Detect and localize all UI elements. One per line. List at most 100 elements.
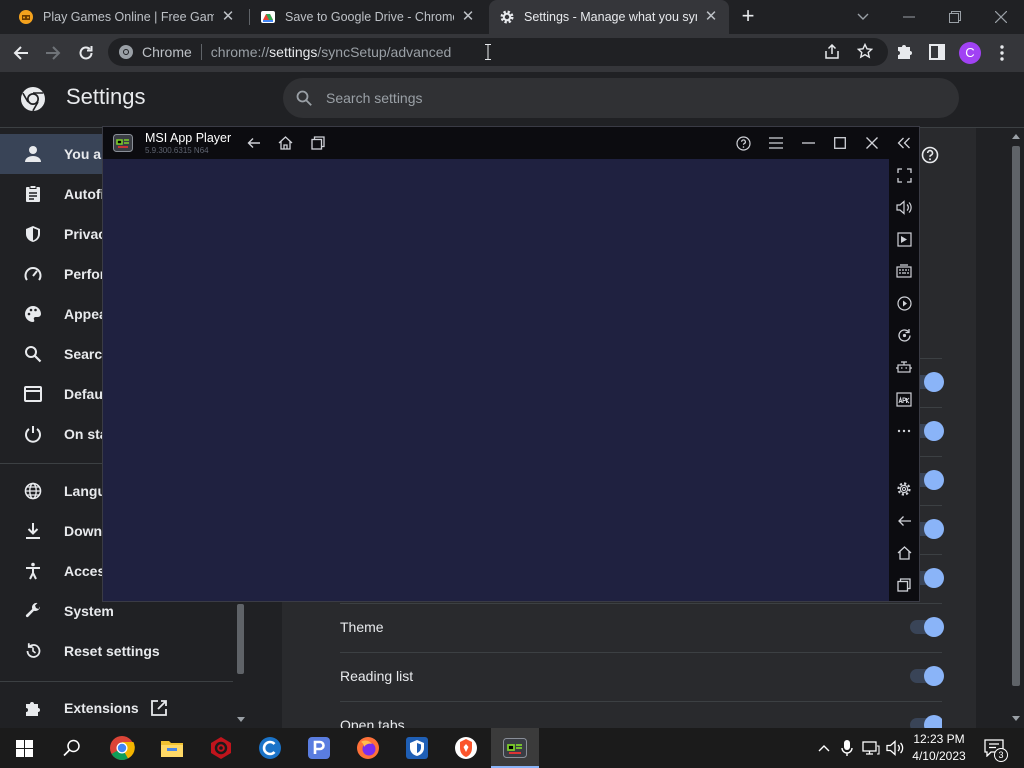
msi-more-button[interactable] xyxy=(894,421,914,441)
taskbar-brave[interactable] xyxy=(442,728,490,768)
clock-time: 12:23 PM xyxy=(913,732,965,746)
msi-rotate-button[interactable] xyxy=(894,325,914,345)
close-tab-icon[interactable]: ✕ xyxy=(703,9,719,25)
taskbar-ccleaner[interactable] xyxy=(246,728,294,768)
start-button[interactable] xyxy=(0,728,48,768)
tray-network[interactable] xyxy=(861,738,881,758)
chevron-up-icon xyxy=(818,745,830,752)
msi-close-button[interactable] xyxy=(860,131,884,155)
close-tab-icon[interactable]: ✕ xyxy=(220,9,236,25)
msi-recent-apps-button[interactable] xyxy=(306,131,330,155)
palette-icon xyxy=(24,305,42,323)
msi-settings-button[interactable] xyxy=(894,479,914,499)
msi-titlebar[interactable]: MSI App Player 5.9.300.6315 N64 xyxy=(103,127,919,159)
close-icon xyxy=(866,137,878,149)
msi-android-back-button[interactable] xyxy=(894,511,914,531)
help-icon[interactable] xyxy=(921,146,939,164)
taskbar-msi-app-player[interactable] xyxy=(491,728,539,768)
tab-play-games[interactable]: Play Games Online | Free Games ✕ xyxy=(8,0,246,34)
msi-install-apk-button[interactable] xyxy=(894,389,914,409)
shield-app-icon xyxy=(406,737,428,759)
sidebar-scrollbar-thumb[interactable] xyxy=(237,604,244,674)
main-scrollbar-thumb[interactable] xyxy=(1012,146,1020,686)
close-window-button[interactable] xyxy=(978,0,1024,34)
brave-icon xyxy=(455,737,477,759)
msi-screenshot-button[interactable] xyxy=(894,229,914,249)
msi-record-button[interactable] xyxy=(894,293,914,313)
chrome-logo-icon xyxy=(119,45,133,59)
msi-home-button[interactable] xyxy=(273,131,297,155)
apk-icon xyxy=(896,391,912,407)
sidebar-item-extensions[interactable]: Extensions xyxy=(0,688,232,728)
tab-title: Settings - Manage what you sync xyxy=(524,10,697,24)
forward-button[interactable] xyxy=(38,38,68,68)
extensions-button[interactable] xyxy=(896,42,916,62)
taskbar-clock[interactable]: 12:23 PM 4/10/2023 xyxy=(908,731,970,765)
gear-icon xyxy=(897,482,911,496)
taskbar-chrome[interactable] xyxy=(98,728,146,768)
url-scheme: chrome:// xyxy=(210,44,270,60)
home-icon xyxy=(897,546,911,560)
wrench-icon xyxy=(24,602,42,620)
sync-open-tabs-toggle[interactable] xyxy=(910,715,942,728)
minimize-button[interactable] xyxy=(886,0,932,34)
msi-macro-button[interactable] xyxy=(894,357,914,377)
chrome-menu-button[interactable] xyxy=(996,44,1008,62)
msi-help-button[interactable] xyxy=(731,131,755,155)
windows-taskbar: 12:23 PM 4/10/2023 3 xyxy=(0,728,1024,768)
site-chip[interactable]: Chrome xyxy=(118,44,192,60)
puzzle-icon xyxy=(898,45,912,59)
sidebar-item-label: Extensions xyxy=(64,700,139,716)
search-settings-input[interactable]: Search settings xyxy=(283,78,959,118)
scroll-down-icon xyxy=(237,717,245,722)
speaker-icon xyxy=(886,740,904,756)
side-panel-button[interactable] xyxy=(929,44,947,60)
close-tab-icon[interactable]: ✕ xyxy=(460,9,476,25)
scroll-down-icon xyxy=(1012,716,1020,721)
sidebar-scrollbar[interactable] xyxy=(233,600,248,728)
msi-keyboard-button[interactable] xyxy=(894,261,914,281)
msi-volume-button[interactable] xyxy=(894,197,914,217)
tray-volume[interactable] xyxy=(885,738,905,758)
side-panel-icon xyxy=(929,44,945,60)
omnibox[interactable]: Chrome chrome://settings/syncSetup/advan… xyxy=(108,38,888,66)
taskbar-search-button[interactable] xyxy=(48,728,96,768)
msi-maximize-button[interactable] xyxy=(828,131,852,155)
tray-microphone[interactable] xyxy=(837,738,857,758)
tab-save-to-drive[interactable]: Save to Google Drive - Chrome W ✕ xyxy=(250,0,486,34)
msi-fullscreen-button[interactable] xyxy=(894,165,914,185)
sync-row-label: Reading list xyxy=(340,668,414,684)
tab-settings[interactable]: Settings - Manage what you sync ✕ xyxy=(489,0,729,34)
msi-android-home-button[interactable] xyxy=(894,543,914,563)
main-scrollbar[interactable] xyxy=(1008,128,1024,728)
msi-emulator-screen[interactable] xyxy=(103,159,889,601)
bookmark-star-icon[interactable] xyxy=(857,43,873,59)
new-tab-button[interactable]: + xyxy=(737,4,759,30)
taskbar-shield-app[interactable] xyxy=(393,728,441,768)
taskbar-file-explorer[interactable] xyxy=(148,728,196,768)
restore-button[interactable] xyxy=(932,0,978,34)
reload-button[interactable] xyxy=(71,38,101,68)
tab-title: Play Games Online | Free Games xyxy=(43,10,214,24)
profile-avatar[interactable]: C xyxy=(959,42,981,64)
sync-theme-toggle[interactable] xyxy=(910,617,944,637)
sidebar-item-reset-settings[interactable]: Reset settings xyxy=(0,631,232,671)
msi-collapse-sidebar-button[interactable] xyxy=(892,131,916,155)
sidebar-divider xyxy=(0,681,240,682)
sync-reading-list-toggle[interactable] xyxy=(910,666,944,686)
action-center-button[interactable]: 3 xyxy=(982,738,1008,762)
msi-back-button[interactable] xyxy=(242,131,266,155)
msi-menu-button[interactable] xyxy=(764,131,788,155)
taskbar-red-app[interactable] xyxy=(197,728,245,768)
back-button[interactable] xyxy=(6,38,36,68)
taskbar-p-app[interactable] xyxy=(295,728,343,768)
share-icon[interactable] xyxy=(824,44,840,60)
taskbar-firefox[interactable] xyxy=(344,728,392,768)
msi-android-recent-button[interactable] xyxy=(894,575,914,595)
msi-app-player-window[interactable]: MSI App Player 5.9.300.6315 N64 xyxy=(102,126,920,602)
tab-search-button[interactable] xyxy=(840,0,886,34)
tray-overflow-button[interactable] xyxy=(814,738,834,758)
msi-minimize-button[interactable] xyxy=(796,131,820,155)
file-explorer-icon xyxy=(161,741,183,757)
search-icon xyxy=(296,90,312,106)
